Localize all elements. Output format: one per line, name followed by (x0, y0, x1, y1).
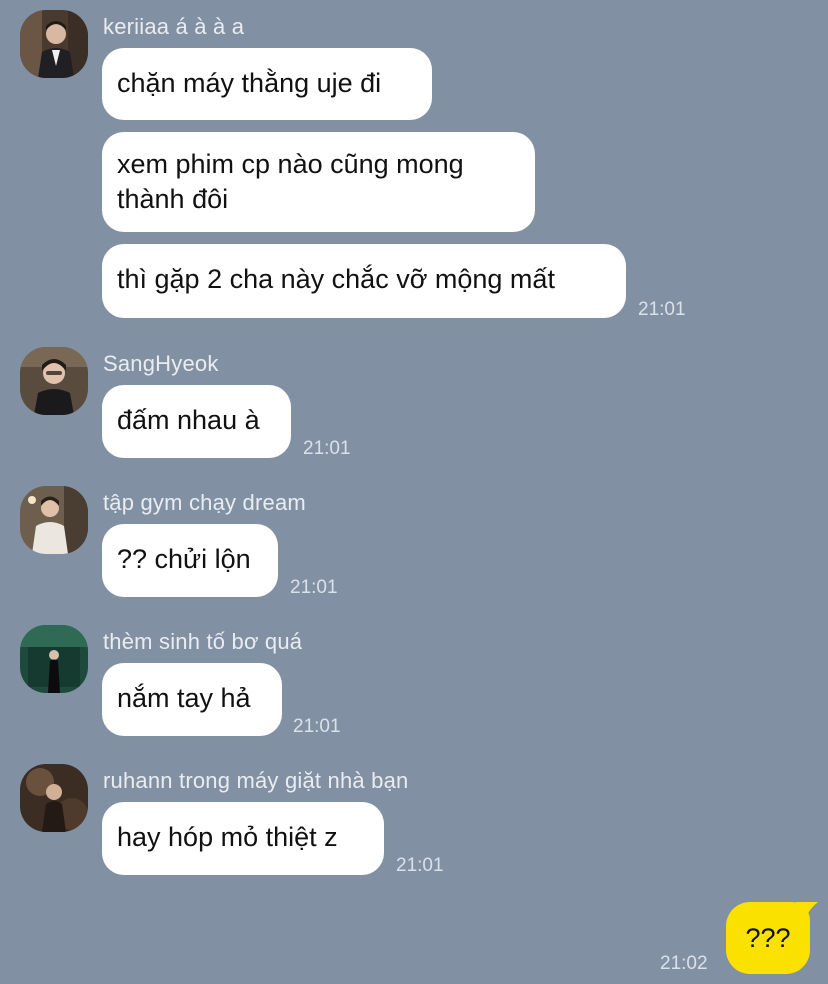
profile-photo-icon (20, 486, 88, 554)
profile-photo-icon (20, 10, 88, 78)
sender-name: tập gym chạy dream (103, 490, 306, 515)
sender-name: SangHyeok (103, 351, 219, 376)
my-message-bubble[interactable]: ??? (726, 902, 810, 974)
message-bubble[interactable]: xem phim cp nào cũng mong thành đôi (102, 132, 535, 232)
message-timestamp: 21:01 (638, 299, 686, 320)
profile-photo-icon (20, 764, 88, 832)
message-bubble[interactable]: đấm nhau à (102, 385, 291, 458)
chat-window: keriiaa á à à a chặn máy thằng uje đi xe… (0, 0, 828, 984)
sender-name: thèm sinh tố bơ quá (103, 629, 303, 654)
message-bubble[interactable]: ?? chửi lộn (102, 524, 278, 597)
message-bubble[interactable]: nắm tay hả (102, 663, 282, 736)
my-message-timestamp: 21:02 (660, 953, 708, 974)
avatar-them-sinh-to[interactable] (20, 625, 88, 693)
message-bubble[interactable]: hay hóp mỏ thiệt z (102, 802, 384, 875)
message-timestamp: 21:01 (303, 438, 351, 459)
sender-name: ruhann trong máy giặt nhà bạn (103, 768, 409, 793)
message-bubble[interactable]: thì gặp 2 cha này chắc vỡ mộng mất (102, 244, 626, 318)
message-bubble[interactable]: chặn máy thằng uje đi (102, 48, 432, 120)
profile-photo-icon (20, 625, 88, 693)
message-timestamp: 21:01 (290, 577, 338, 598)
message-timestamp: 21:01 (293, 716, 341, 737)
avatar-keriiaa[interactable] (20, 10, 88, 78)
sender-name: keriiaa á à à a (103, 14, 245, 39)
profile-photo-icon (20, 347, 88, 415)
message-timestamp: 21:01 (396, 855, 444, 876)
avatar-sanghyeok[interactable] (20, 347, 88, 415)
avatar-ruhann[interactable] (20, 764, 88, 832)
avatar-tap-gym[interactable] (20, 486, 88, 554)
